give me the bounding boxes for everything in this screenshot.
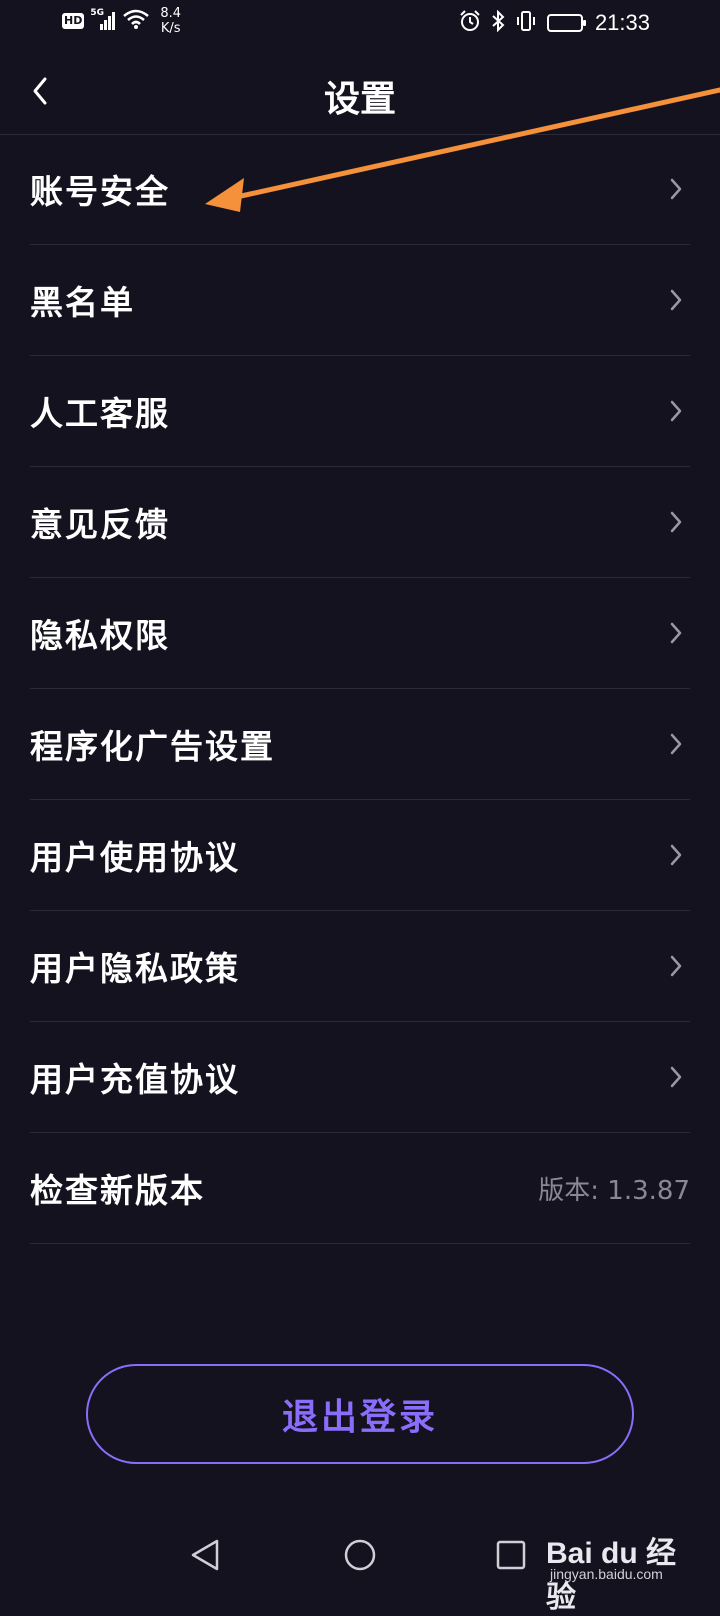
- menu-item-label: 隐私权限: [30, 616, 170, 655]
- chevron-right-icon: [670, 178, 682, 200]
- nav-recents-button[interactable]: [486, 1530, 536, 1580]
- nav-back-button[interactable]: [180, 1530, 230, 1580]
- wifi-icon: [122, 8, 150, 34]
- battery-level: 94: [564, 16, 581, 30]
- logout-button[interactable]: 退出登录: [86, 1364, 634, 1464]
- chevron-right-icon: [670, 622, 682, 644]
- nav-home-button[interactable]: [335, 1530, 385, 1580]
- version-label: 版本: 1.3.87: [538, 1175, 690, 1206]
- menu-item-label: 用户隐私政策: [30, 949, 240, 988]
- menu-item-privacy-permissions[interactable]: 隐私权限: [30, 578, 690, 689]
- signal-icon: 5G: [90, 8, 116, 32]
- status-bar: HD 5G 8.4 K/s 94 21:33: [0, 0, 720, 50]
- menu-item-label: 账号安全: [30, 172, 170, 211]
- triangle-back-icon: [191, 1539, 219, 1571]
- menu-item-user-agreement[interactable]: 用户使用协议: [30, 800, 690, 911]
- settings-list: 账号安全 黑名单 人工客服 意见反馈 隐私权限 程序化广告设置 用户使用协议 用…: [30, 134, 690, 1244]
- bluetooth-icon: [491, 9, 505, 36]
- menu-item-recharge-agreement[interactable]: 用户充值协议: [30, 1022, 690, 1133]
- menu-item-ad-settings[interactable]: 程序化广告设置: [30, 689, 690, 800]
- baidu-watermark: Bai du 经验 jingyan.baidu.com: [546, 1526, 696, 1614]
- speed-value: 8.4: [160, 6, 182, 21]
- chevron-right-icon: [670, 289, 682, 311]
- menu-item-privacy-policy[interactable]: 用户隐私政策: [30, 911, 690, 1022]
- square-recents-icon: [496, 1540, 526, 1570]
- menu-item-label: 人工客服: [30, 394, 170, 433]
- chevron-right-icon: [670, 1066, 682, 1088]
- chevron-right-icon: [670, 733, 682, 755]
- menu-item-label: 用户使用协议: [30, 838, 240, 877]
- network-speed: 8.4 K/s: [160, 6, 181, 36]
- menu-item-label: 检查新版本: [30, 1171, 205, 1210]
- chevron-right-icon: [670, 955, 682, 977]
- menu-item-label: 用户充值协议: [30, 1060, 240, 1099]
- menu-item-label: 意见反馈: [30, 505, 170, 544]
- chevron-right-icon: [670, 511, 682, 533]
- menu-item-feedback[interactable]: 意见反馈: [30, 467, 690, 578]
- speed-unit: K/s: [160, 21, 181, 36]
- circle-home-icon: [344, 1539, 376, 1571]
- battery-icon: 94: [546, 14, 586, 32]
- menu-item-label: 黑名单: [30, 283, 135, 322]
- header: 设置: [0, 50, 720, 135]
- vibrate-icon: [515, 10, 537, 36]
- status-right: 94 21:33: [459, 9, 650, 36]
- menu-item-label: 程序化广告设置: [30, 727, 275, 766]
- menu-item-check-update[interactable]: 检查新版本 版本: 1.3.87: [30, 1133, 690, 1244]
- menu-item-blacklist[interactable]: 黑名单: [30, 245, 690, 356]
- chevron-right-icon: [670, 400, 682, 422]
- chevron-right-icon: [670, 844, 682, 866]
- hd-badge: HD: [62, 13, 85, 29]
- menu-item-account-security[interactable]: 账号安全: [30, 134, 690, 245]
- watermark-url: jingyan.baidu.com: [550, 1566, 663, 1582]
- alarm-icon: [459, 10, 481, 36]
- page-title: 设置: [323, 78, 396, 120]
- menu-item-customer-service[interactable]: 人工客服: [30, 356, 690, 467]
- status-left: HD 5G 8.4 K/s: [62, 6, 181, 36]
- clock: 21:33: [594, 10, 650, 35]
